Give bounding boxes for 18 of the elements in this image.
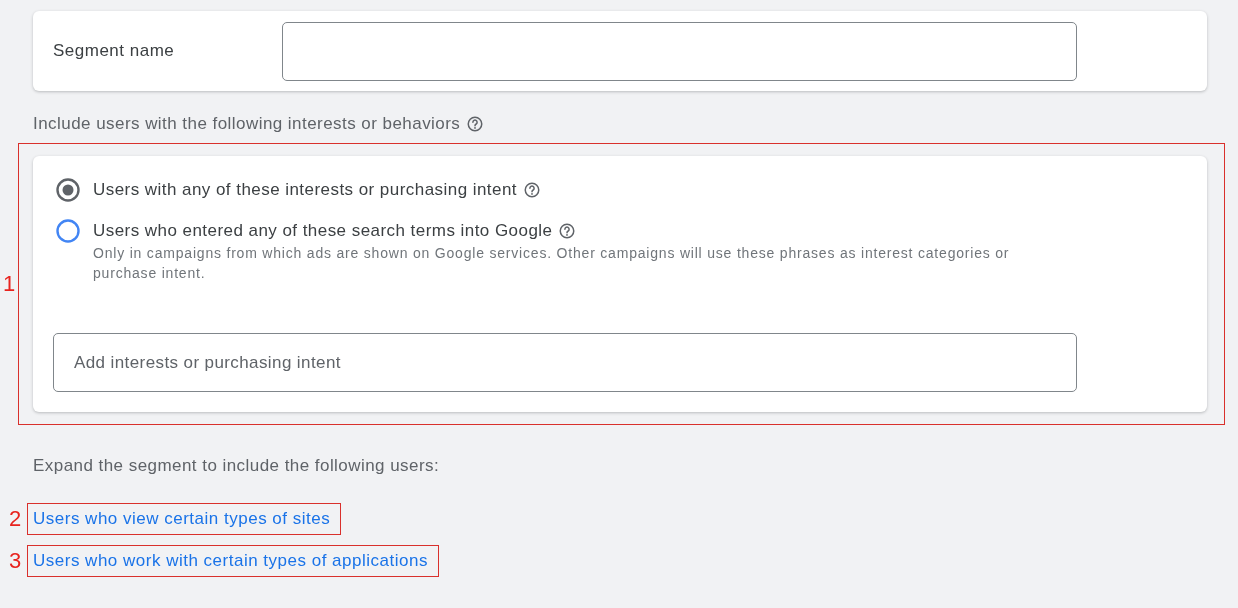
option-note: Only in campaigns from which ads are shown on Google services. Other campaigns will use these phrases as interest categories or purchase intent. (93, 244, 1011, 283)
segment-name-label: Segment name (53, 41, 176, 61)
annotation-number: 3 (9, 549, 22, 573)
radio-label[interactable]: Users who entered any of these search terms into Google (93, 221, 553, 241)
section-heading: Include users with the following interests or behaviors (33, 114, 461, 134)
annotation-number: 1 (3, 272, 16, 296)
section-heading: Expand the segment to include the following users: (33, 456, 440, 476)
annotation-number: 2 (9, 507, 22, 531)
help-icon[interactable] (558, 222, 577, 240)
segment-name-field[interactable] (282, 21, 1077, 81)
radio-button[interactable] (56, 178, 80, 202)
radio-button[interactable] (56, 219, 80, 243)
interests-input-field[interactable]: Add interests or purchasing intent (53, 333, 1077, 392)
link[interactable]: Users who view certain types of sites (33, 509, 331, 529)
help-icon[interactable] (466, 115, 485, 133)
help-icon[interactable] (523, 181, 541, 199)
link[interactable]: Users who work with certain types of applications (33, 551, 428, 571)
radio-label[interactable]: Users with any of these interests or purchasing intent (93, 180, 517, 200)
